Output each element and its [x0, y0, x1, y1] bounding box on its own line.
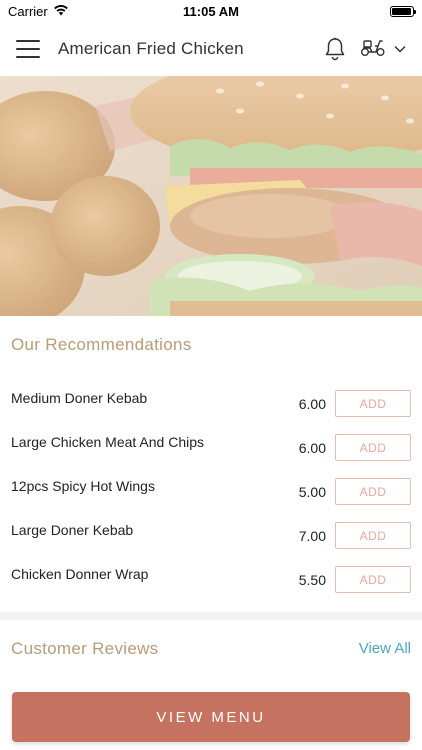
item-name: Large Chicken Meat And Chips — [11, 434, 204, 450]
item-price: 5.00 — [298, 484, 326, 500]
recommendations-list: Medium Doner Kebab 6.00 ADD Large Chicke… — [0, 382, 422, 602]
hero-food-image — [0, 76, 422, 316]
item-price: 6.00 — [298, 440, 326, 456]
item-name: Medium Doner Kebab — [11, 390, 148, 406]
list-item: Large Chicken Meat And Chips 6.00 ADD — [0, 426, 422, 470]
list-item: Chicken Donner Wrap 5.50 ADD — [0, 558, 422, 602]
app-header: American Fried Chicken — [0, 22, 422, 76]
add-button[interactable]: ADD — [335, 478, 411, 505]
add-button[interactable]: ADD — [335, 434, 411, 461]
reviews-title: Customer Reviews — [11, 639, 159, 658]
restaurant-title: American Fried Chicken — [58, 39, 244, 58]
scooter-icon — [360, 37, 386, 62]
list-item: Medium Doner Kebab 6.00 ADD — [0, 382, 422, 426]
hamburger-menu-icon[interactable] — [16, 40, 40, 58]
status-left: Carrier — [8, 4, 69, 19]
wifi-icon — [53, 4, 69, 19]
delivery-mode-selector[interactable] — [360, 37, 406, 62]
list-item: 12pcs Spicy Hot Wings 5.00 ADD — [0, 470, 422, 514]
item-price: 7.00 — [298, 528, 326, 544]
carrier-label: Carrier — [8, 3, 48, 19]
item-price: 6.00 — [298, 396, 326, 412]
battery-fill — [392, 7, 411, 15]
view-menu-button[interactable]: VIEW MENU — [12, 692, 410, 742]
item-name: 12pcs Spicy Hot Wings — [11, 478, 155, 494]
list-item: Large Doner Kebab 7.00 ADD — [0, 514, 422, 558]
recommendations-title: Our Recommendations — [11, 335, 192, 354]
add-button[interactable]: ADD — [335, 522, 411, 549]
bell-icon[interactable] — [324, 37, 346, 61]
add-button[interactable]: ADD — [335, 566, 411, 593]
header-actions — [324, 37, 406, 62]
item-name: Large Doner Kebab — [11, 522, 134, 538]
chevron-down-icon — [394, 40, 406, 58]
view-all-reviews-link[interactable]: View All — [359, 640, 411, 657]
add-button[interactable]: ADD — [335, 390, 411, 417]
section-divider — [0, 612, 422, 620]
status-bar: Carrier 11:05 AM — [0, 0, 422, 22]
battery-icon — [390, 5, 416, 17]
item-name: Chicken Donner Wrap — [11, 566, 149, 582]
item-price: 5.50 — [298, 572, 326, 588]
